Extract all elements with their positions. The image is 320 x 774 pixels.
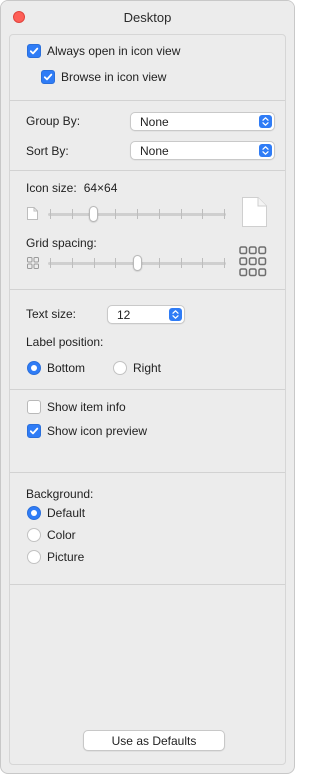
radio-right-row[interactable]: Right xyxy=(113,361,161,375)
radio-bottom-row[interactable]: Bottom xyxy=(27,361,85,375)
radio-picture[interactable] xyxy=(27,550,41,564)
text-size-label: Text size: xyxy=(26,307,76,321)
options-panel: Always open in icon view Browse in icon … xyxy=(9,34,286,765)
slider-tick xyxy=(50,258,51,268)
title-bar: Desktop xyxy=(1,1,294,34)
up-down-icon xyxy=(169,308,182,321)
radio-picture-row[interactable]: Picture xyxy=(27,550,84,564)
slider-tick xyxy=(72,258,73,268)
sort-by-label: Sort By: xyxy=(26,144,69,158)
slider-tick xyxy=(181,209,182,219)
always-open-checkbox[interactable] xyxy=(27,44,41,58)
radio-default[interactable] xyxy=(27,506,41,520)
sort-by-select[interactable]: None xyxy=(130,141,275,160)
radio-default-label: Default xyxy=(47,506,86,520)
always-open-label: Always open in icon view xyxy=(47,44,181,58)
slider-tick xyxy=(224,258,225,268)
show-icon-preview-row[interactable]: Show icon preview xyxy=(27,424,147,438)
background-label: Background: xyxy=(26,487,93,501)
radio-color-row[interactable]: Color xyxy=(27,528,76,542)
group-by-text: Group By: xyxy=(26,114,81,128)
show-item-info-label: Show item info xyxy=(47,400,126,414)
group-by-select[interactable]: None xyxy=(130,112,275,131)
browse-checkbox-row[interactable]: Browse in icon view xyxy=(41,70,166,84)
text-size-value: 12 xyxy=(117,307,131,322)
divider xyxy=(10,289,285,290)
icon-size-value: 64×64 xyxy=(83,181,118,195)
slider-tick xyxy=(202,209,203,219)
radio-default-row[interactable]: Default xyxy=(27,506,85,520)
up-down-icon xyxy=(259,115,272,128)
radio-color[interactable] xyxy=(27,528,41,542)
slider-tick xyxy=(72,209,73,219)
small-document-icon xyxy=(27,207,38,220)
slider-tick xyxy=(137,209,138,219)
slider-tick xyxy=(202,258,203,268)
icon-size-label: Icon size: xyxy=(26,181,77,195)
checkmark-icon xyxy=(29,427,39,435)
large-document-icon xyxy=(242,197,267,227)
slider-tick xyxy=(181,258,182,268)
browse-checkbox[interactable] xyxy=(41,70,55,84)
small-grid-icon xyxy=(27,257,39,269)
use-as-defaults-button[interactable]: Use as Defaults xyxy=(83,730,225,751)
background-text: Background: xyxy=(26,487,94,501)
large-grid-icon xyxy=(239,246,267,277)
sort-by-value: None xyxy=(140,143,169,158)
radio-color-label: Color xyxy=(47,528,76,542)
slider-tick xyxy=(115,209,116,219)
divider xyxy=(10,584,285,585)
slider-tick xyxy=(115,258,116,268)
up-down-icon xyxy=(259,144,272,157)
radio-bottom-label: Bottom xyxy=(47,361,86,375)
group-by-value: None xyxy=(140,114,169,129)
radio-right[interactable] xyxy=(113,361,127,375)
label-position-label: Label position: xyxy=(26,335,103,349)
text-size-select[interactable]: 12 xyxy=(107,305,185,324)
slider-tick xyxy=(224,209,225,219)
checkmark-icon xyxy=(43,73,53,81)
window-title: Desktop xyxy=(123,10,172,25)
divider xyxy=(10,170,285,171)
grid-spacing-slider[interactable] xyxy=(48,254,226,272)
view-options-window: Desktop Always open in icon view Browse … xyxy=(0,0,295,774)
show-item-info-checkbox[interactable] xyxy=(27,400,41,414)
grid-spacing-label: Grid spacing: xyxy=(26,236,97,250)
icon-size-row: Icon size: 64×64 xyxy=(26,181,117,195)
divider xyxy=(10,100,285,101)
slider-thumb[interactable] xyxy=(89,206,98,222)
slider-tick xyxy=(94,258,95,268)
group-by-label: Group By: xyxy=(26,114,80,128)
radio-bottom[interactable] xyxy=(27,361,41,375)
show-icon-preview-label: Show icon preview xyxy=(47,424,148,438)
divider xyxy=(10,389,285,390)
text-size-text: Text size: xyxy=(26,307,77,321)
radio-picture-label: Picture xyxy=(47,550,85,564)
slider-tick xyxy=(50,209,51,219)
grid-spacing-row: Grid spacing: xyxy=(26,236,97,250)
slider-tick xyxy=(159,209,160,219)
radio-right-label: Right xyxy=(133,361,162,375)
show-item-info-row[interactable]: Show item info xyxy=(27,400,126,414)
icon-size-slider[interactable] xyxy=(48,205,226,223)
label-position-text: Label position: xyxy=(26,335,104,349)
always-open-checkbox-row[interactable]: Always open in icon view xyxy=(27,44,180,58)
browse-label: Browse in icon view xyxy=(61,70,167,84)
slider-thumb[interactable] xyxy=(133,255,142,271)
checkmark-icon xyxy=(29,47,39,55)
divider xyxy=(10,472,285,473)
sort-by-text: Sort By: xyxy=(26,144,69,158)
slider-tick xyxy=(159,258,160,268)
show-icon-preview-checkbox[interactable] xyxy=(27,424,41,438)
